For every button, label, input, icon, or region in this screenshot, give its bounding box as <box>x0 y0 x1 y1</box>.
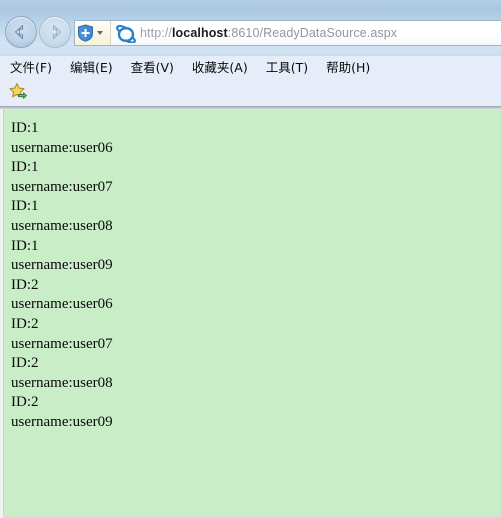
menu-item-favorites[interactable]: 收藏夹(A) <box>183 57 257 78</box>
url-scheme: http:// <box>140 26 172 40</box>
list-item: username:user09 <box>11 257 113 274</box>
list-item: ID:1 <box>11 120 39 136</box>
navigation-buttons <box>5 16 71 50</box>
compatibility-view-caret-icon[interactable] <box>97 31 103 35</box>
compatibility-view-icon <box>78 24 93 42</box>
menu-item-view[interactable]: 查看(V) <box>122 57 183 78</box>
page-viewport: ID:1 username:user06 ID:1 username:user0… <box>0 109 501 518</box>
list-item: username:user07 <box>11 178 113 195</box>
list-item: username:user08 <box>11 217 113 234</box>
menu-item-file[interactable]: 文件(F) <box>0 57 61 78</box>
url-text[interactable]: http://localhost:8610/ReadyDataSource.as… <box>138 26 501 40</box>
menu-item-tools[interactable]: 工具(T) <box>257 57 317 78</box>
menu-item-edit[interactable]: 编辑(E) <box>61 57 122 78</box>
browser-window: http://localhost:8610/ReadyDataSource.as… <box>0 0 501 518</box>
list-item: ID:1 <box>11 198 39 215</box>
back-button[interactable] <box>5 16 37 48</box>
favorites-bar <box>0 78 501 106</box>
forward-button[interactable] <box>39 16 71 48</box>
list-item: username:user09 <box>11 413 113 430</box>
list-item: username:user07 <box>11 335 113 352</box>
compatibility-view-button[interactable] <box>75 21 111 45</box>
favorites-star-icon[interactable] <box>8 82 28 102</box>
url-path: :8610/ReadyDataSource.aspx <box>227 26 398 40</box>
list-item: ID:2 <box>11 355 39 372</box>
list-item: ID:2 <box>11 394 39 411</box>
browser-toolbar: http://localhost:8610/ReadyDataSource.as… <box>0 0 501 55</box>
record-list: ID:1 username:user06 ID:1 username:user0… <box>11 119 501 433</box>
list-item: ID:2 <box>11 276 39 293</box>
back-arrow-icon <box>14 24 24 40</box>
list-item: ID:1 <box>11 159 39 176</box>
list-item: ID:1 <box>11 237 39 254</box>
address-bar[interactable]: http://localhost:8610/ReadyDataSource.as… <box>74 20 501 46</box>
page-content: ID:1 username:user06 ID:1 username:user0… <box>3 109 501 515</box>
list-item: username:user06 <box>11 296 113 313</box>
list-item: username:user08 <box>11 374 113 391</box>
list-item: username:user06 <box>11 139 113 156</box>
url-host: localhost <box>171 26 228 40</box>
forward-arrow-icon <box>52 24 62 40</box>
menu-bar: 文件(F) 编辑(E) 查看(V) 收藏夹(A) 工具(T) 帮助(H) <box>0 55 501 78</box>
menu-item-help[interactable]: 帮助(H) <box>317 57 379 78</box>
internet-explorer-logo-icon <box>114 22 138 44</box>
list-item: ID:2 <box>11 315 39 332</box>
